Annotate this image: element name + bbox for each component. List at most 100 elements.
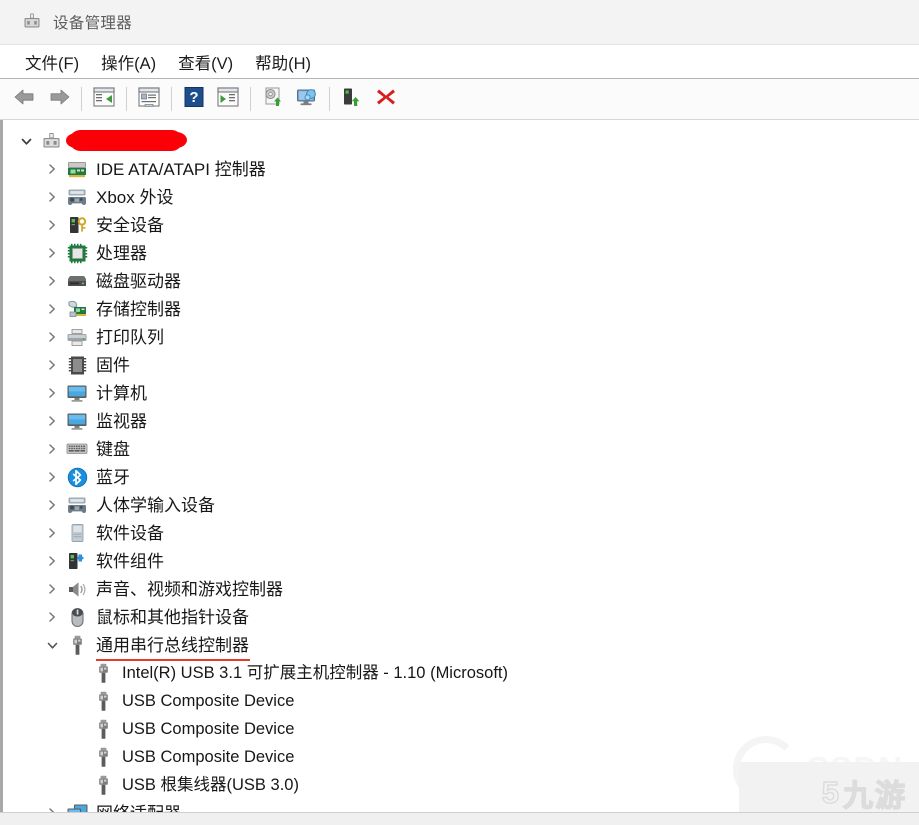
chevron-down-icon[interactable] (39, 631, 65, 659)
tree-item-xbox-peripheral[interactable]: Xbox 外设 (3, 183, 919, 211)
menu-view[interactable]: 查看(V) (167, 48, 244, 76)
xbox-peripheral-icon (65, 186, 89, 208)
tree-item-security-device[interactable]: 安全设备 (3, 211, 919, 239)
tree-item-label: 键盘 (96, 439, 130, 459)
add-legacy-hardware-icon (340, 86, 364, 113)
chevron-right-icon[interactable] (39, 323, 65, 351)
toolbar: ? (0, 78, 919, 120)
tree-item-label: 蓝牙 (96, 467, 130, 487)
tree-item-label: USB Composite Device (122, 691, 295, 710)
tree-item-bluetooth[interactable]: 蓝牙 (3, 463, 919, 491)
scan-hardware-changes-button[interactable] (290, 83, 324, 115)
tree-item-disk-drive[interactable]: 磁盘驱动器 (3, 267, 919, 295)
chevron-right-icon[interactable] (39, 211, 65, 239)
tree-item-mouse[interactable]: 鼠标和其他指针设备 (3, 603, 919, 631)
usb-device-icon (91, 718, 115, 740)
chevron-right-icon[interactable] (39, 351, 65, 379)
software-device-icon (65, 522, 89, 544)
chevron-right-icon[interactable] (39, 575, 65, 603)
chevron-right-icon[interactable] (39, 239, 65, 267)
chevron-right-icon[interactable] (39, 547, 65, 575)
tree-item-storage-controller[interactable]: 存储控制器 (3, 295, 919, 323)
tree-item-print-queue[interactable]: 打印队列 (3, 323, 919, 351)
window-title: 设备管理器 (53, 15, 133, 32)
status-bar (0, 812, 919, 825)
chevron-right-icon[interactable] (39, 435, 65, 463)
tree-item-label: 通用串行总线控制器 (96, 635, 250, 661)
tree-root-computer[interactable] (3, 127, 919, 155)
tree-item-label: Xbox 外设 (96, 187, 174, 207)
tree-item-label: 人体学输入设备 (96, 495, 215, 515)
properties-button[interactable] (132, 83, 166, 115)
add-legacy-hardware-button[interactable] (335, 83, 369, 115)
chevron-right-icon[interactable] (39, 267, 65, 295)
show-hide-action-pane-button[interactable] (211, 83, 245, 115)
chevron-right-icon[interactable] (39, 603, 65, 631)
chevron-right-icon[interactable] (39, 463, 65, 491)
back-button[interactable] (8, 83, 42, 115)
tree-item-usb-composite-device[interactable]: USB Composite Device (3, 715, 919, 743)
tree-item-processor[interactable]: 处理器 (3, 239, 919, 267)
usb-device-icon (91, 662, 115, 684)
tree-item-software-device[interactable]: 软件设备 (3, 519, 919, 547)
tree-item-usb-composite-device[interactable]: USB Composite Device (3, 687, 919, 715)
tree-item-ide-controller[interactable]: IDE ATA/ATAPI 控制器 (3, 155, 919, 183)
tree-item-label: 存储控制器 (96, 299, 181, 319)
sound-video-game-icon (65, 578, 89, 600)
chevron-right-icon[interactable] (39, 491, 65, 519)
menu-help[interactable]: 帮助(H) (244, 48, 322, 76)
tree-item-label: 鼠标和其他指针设备 (96, 607, 249, 627)
tree-item-keyboard[interactable]: 键盘 (3, 435, 919, 463)
show-hide-action-pane-icon (216, 86, 240, 113)
keyboard-icon (65, 438, 89, 460)
tree-item-sound-video-game-controller[interactable]: 声音、视频和游戏控制器 (3, 575, 919, 603)
tree-item-software-component[interactable]: 软件组件 (3, 547, 919, 575)
redaction-mark (66, 129, 187, 151)
usb-controller-icon (65, 634, 89, 656)
tree-item-usb-controller[interactable]: 通用串行总线控制器 (3, 631, 919, 661)
device-tree-pane[interactable]: IDE ATA/ATAPI 控制器 Xbox 外设 安全设备 处理器 磁盘驱动器… (0, 120, 919, 824)
menu-action[interactable]: 操作(A) (90, 48, 167, 76)
tree-item-firmware[interactable]: 固件 (3, 351, 919, 379)
tree-item-label: USB 根集线器(USB 3.0) (122, 775, 299, 794)
tree-item-label: 监视器 (96, 411, 147, 431)
tree-item-computer[interactable]: 计算机 (3, 379, 919, 407)
chevron-right-icon[interactable] (39, 407, 65, 435)
tree-item-usb-xhci-controller[interactable]: Intel(R) USB 3.1 可扩展主机控制器 - 1.10 (Micros… (3, 659, 919, 687)
chevron-down-icon[interactable] (13, 127, 39, 155)
tree-item-monitor[interactable]: 监视器 (3, 407, 919, 435)
tree-item-label: 计算机 (96, 383, 147, 403)
tree-item-hid-device[interactable]: 人体学输入设备 (3, 491, 919, 519)
chevron-right-icon[interactable] (39, 155, 65, 183)
menu-file[interactable]: 文件(F) (14, 48, 90, 76)
properties-icon (137, 86, 161, 113)
show-hide-tree-button[interactable] (87, 83, 121, 115)
forward-arrow-icon (47, 87, 71, 112)
tree-item-usb-composite-device[interactable]: USB Composite Device (3, 743, 919, 771)
tree-item-label: Intel(R) USB 3.1 可扩展主机控制器 - 1.10 (Micros… (122, 663, 508, 682)
chevron-right-icon[interactable] (39, 295, 65, 323)
tree-item-label: 软件组件 (96, 551, 164, 571)
chevron-right-icon[interactable] (39, 379, 65, 407)
firmware-icon (65, 354, 89, 376)
tree-root-label (66, 129, 187, 152)
toolbar-separator (81, 87, 82, 111)
tree-item-label: 声音、视频和游戏控制器 (96, 579, 283, 599)
tree-item-label: IDE ATA/ATAPI 控制器 (96, 159, 266, 179)
tree-item-usb-root-hub[interactable]: USB 根集线器(USB 3.0) (3, 771, 919, 799)
update-driver-button[interactable] (256, 83, 290, 115)
ide-controller-icon (65, 158, 89, 180)
uninstall-device-button[interactable] (369, 83, 403, 115)
help-button[interactable]: ? (177, 83, 211, 115)
chevron-right-icon[interactable] (39, 519, 65, 547)
tree-item-label: 磁盘驱动器 (96, 271, 181, 291)
storage-controller-icon (65, 298, 89, 320)
usb-device-icon (91, 774, 115, 796)
forward-button[interactable] (42, 83, 76, 115)
tree-item-label: USB Composite Device (122, 719, 295, 738)
tree-item-label: 处理器 (96, 243, 147, 263)
chevron-right-icon[interactable] (39, 183, 65, 211)
uninstall-device-red-x-icon (375, 86, 397, 113)
back-arrow-icon (13, 87, 37, 112)
mouse-icon (65, 606, 89, 628)
